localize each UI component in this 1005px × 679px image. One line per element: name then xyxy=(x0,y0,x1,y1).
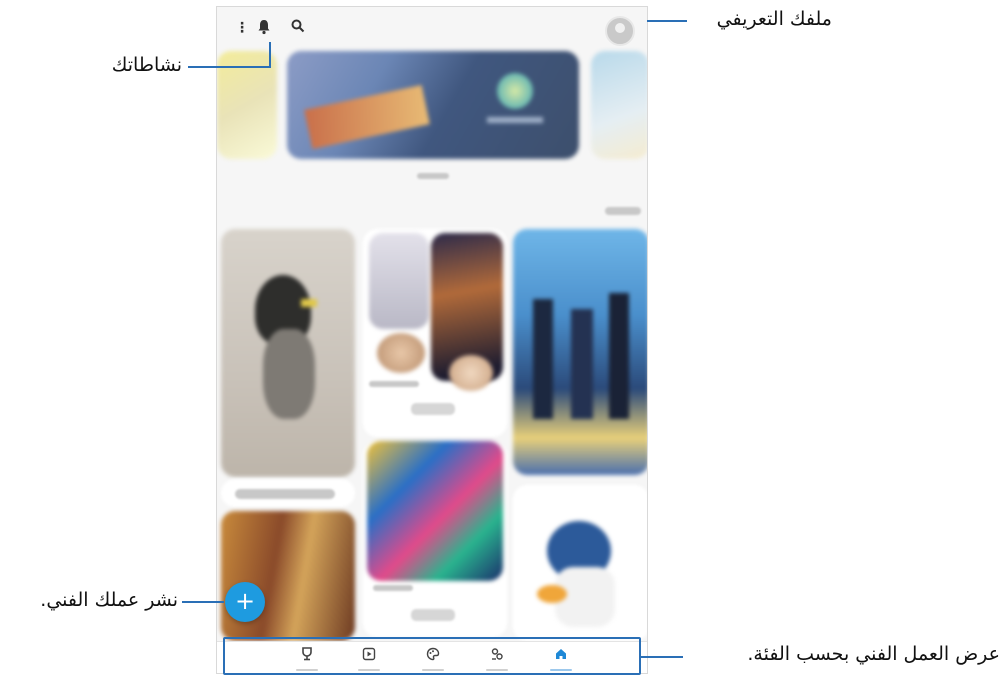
abstract-button[interactable] xyxy=(411,609,455,621)
collage-caption xyxy=(369,381,419,387)
artwork-face-1[interactable] xyxy=(377,333,425,373)
banner-right[interactable] xyxy=(591,51,647,159)
categories-callout-label: عرض العمل الفني بحسب الفئة. xyxy=(747,643,1000,665)
more-options-icon[interactable]: ⋮ xyxy=(235,20,249,36)
artwork-penguins[interactable] xyxy=(513,229,647,475)
artwork-caption xyxy=(235,489,335,499)
abstract-caption xyxy=(373,585,413,591)
profile-avatar[interactable] xyxy=(605,16,635,46)
artwork-character[interactable] xyxy=(537,517,627,635)
search-icon[interactable] xyxy=(291,19,305,37)
profile-callout-label: ملفك التعريفي xyxy=(716,8,832,30)
activities-callout-line xyxy=(188,66,271,68)
activities-callout-vline xyxy=(269,42,271,68)
artwork-bird[interactable] xyxy=(221,229,355,477)
collage-button[interactable] xyxy=(411,403,455,415)
phone-screen: ⋮ + xyxy=(216,6,648,674)
notifications-bell-icon[interactable] xyxy=(257,19,271,39)
bottom-nav-highlight xyxy=(223,637,641,675)
carousel-indicator xyxy=(417,173,449,179)
artwork-face-2[interactable] xyxy=(449,355,493,391)
publish-callout-line xyxy=(182,601,224,603)
top-bar: ⋮ xyxy=(217,7,647,49)
publish-callout-label: نشر عملك الفني. xyxy=(40,589,178,611)
plus-icon: + xyxy=(234,587,256,615)
categories-callout-line xyxy=(641,656,683,658)
artwork-collage-left[interactable] xyxy=(369,233,429,329)
publish-artwork-button[interactable]: + xyxy=(225,582,265,622)
banner-main[interactable] xyxy=(287,51,579,159)
artwork-abstract[interactable] xyxy=(367,441,503,581)
activities-callout-label: نشاطاتك xyxy=(111,54,182,76)
section-link[interactable] xyxy=(605,207,641,215)
profile-callout-line xyxy=(647,20,687,22)
